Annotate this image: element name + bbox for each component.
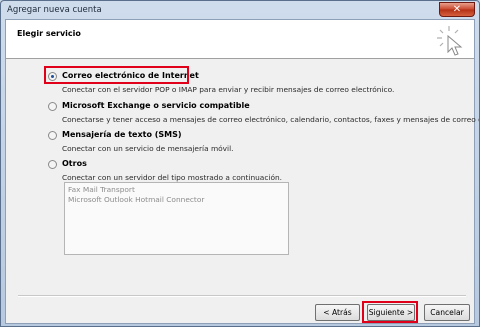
option-label: Mensajería de texto (SMS) xyxy=(62,130,182,139)
close-button[interactable]: ✕ xyxy=(439,2,475,17)
list-item[interactable]: Microsoft Outlook Hotmail Connector xyxy=(68,195,204,204)
option-description: Conectar con el servidor POP o IMAP para… xyxy=(62,85,395,94)
option-description: Conectar con un servicio de mensajería m… xyxy=(62,144,234,153)
title-bar: Agregar nueva cuenta ✕ xyxy=(1,1,479,19)
wizard-header: Elegir servicio xyxy=(6,20,474,59)
back-button[interactable]: < Atrás xyxy=(315,304,360,321)
add-account-dialog: Agregar nueva cuenta ✕ Elegir servicio C… xyxy=(0,0,480,327)
option-description: Conectar con un servidor del tipo mostra… xyxy=(62,173,283,182)
page-title: Elegir servicio xyxy=(17,29,81,38)
radio-other[interactable] xyxy=(48,160,57,169)
cursor-sparkle-icon xyxy=(437,26,463,56)
list-item[interactable]: Fax Mail Transport xyxy=(68,185,135,194)
radio-exchange[interactable] xyxy=(48,102,57,111)
window-title: Agregar nueva cuenta xyxy=(7,5,102,15)
highlight-internet-email xyxy=(44,66,189,84)
option-label: Otros xyxy=(62,159,87,168)
option-description: Conectarse y tener acceso a mensajes de … xyxy=(62,115,480,124)
option-label: Microsoft Exchange o servicio compatible xyxy=(62,101,250,110)
dialog-client-area: Elegir servicio Correo electrónico de In… xyxy=(5,19,479,324)
highlight-next xyxy=(362,301,418,323)
footer-divider xyxy=(18,295,466,297)
cancel-button[interactable]: Cancelar xyxy=(424,304,470,321)
server-type-list[interactable]: Fax Mail Transport Microsoft Outlook Hot… xyxy=(64,182,289,255)
radio-sms[interactable] xyxy=(48,131,57,140)
